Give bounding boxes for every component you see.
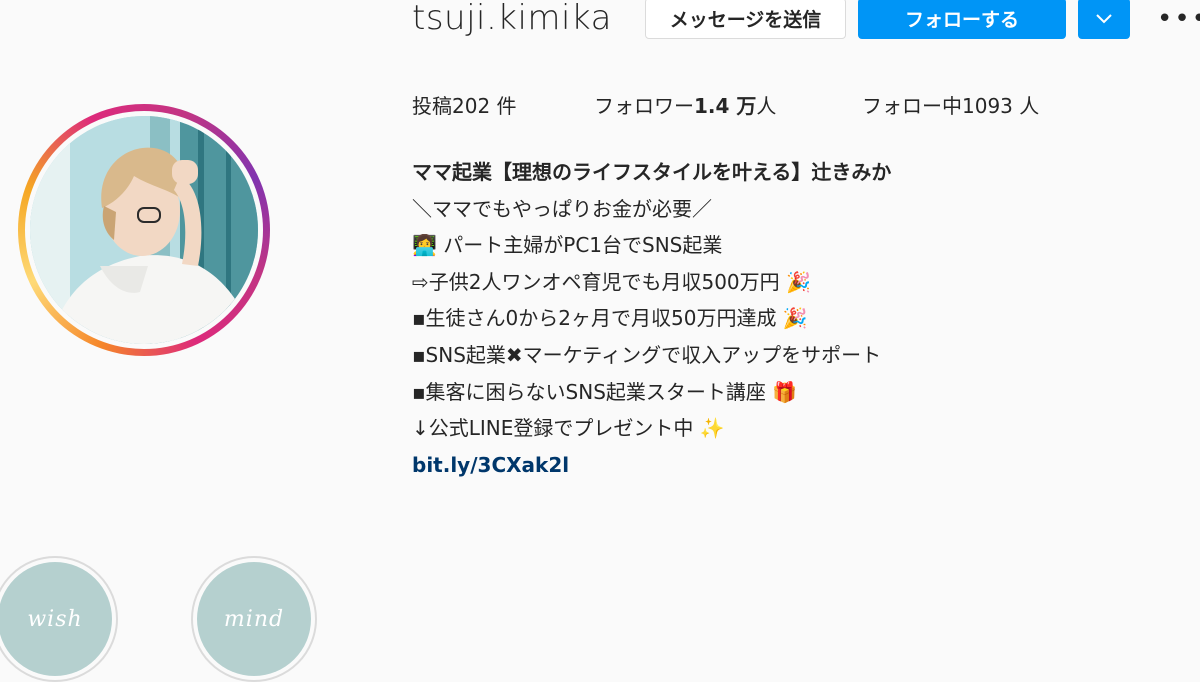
followers-label: フォロワー <box>594 94 694 118</box>
profile-bio: ママ起業【理想のライフスタイルを叶える】辻きみか ＼ママでもやっぱりお金が必要／… <box>412 154 1182 483</box>
suggested-accounts-dropdown-button[interactable] <box>1078 0 1130 39</box>
highlight-wish[interactable]: wish <box>0 556 118 682</box>
profile-photo-illustration <box>30 116 258 344</box>
bio-line: ▪集客に困らないSNS起業スタート講座 🎁 <box>412 379 798 404</box>
profile-photo <box>30 116 258 344</box>
followers-value: 1.4 万 <box>694 94 757 118</box>
bio-line: ⇨子供2人ワンオペ育児でも月収500万円 🎉 <box>412 269 811 294</box>
following-count[interactable]: フォロー中1093 人 <box>862 90 1039 119</box>
message-button[interactable]: メッセージを送信 <box>645 0 846 39</box>
chevron-down-icon <box>1096 13 1112 23</box>
posts-label: 投稿 <box>412 94 452 118</box>
following-label: フォロー中 <box>862 94 962 118</box>
bio-line: ↓公式LINE登録でプレゼント中 ✨ <box>412 416 725 441</box>
following-value: 1093 <box>962 94 1013 118</box>
posts-unit: 件 <box>490 94 517 118</box>
highlight-cover: wish <box>0 562 112 676</box>
more-options-icon[interactable]: ••• <box>1157 4 1200 34</box>
bio-line: 👩‍💻 パート主婦がPC1台でSNS起業 <box>412 233 723 258</box>
bio-link[interactable]: bit.ly/3CXak2l <box>412 447 1182 484</box>
bio-line: ▪生徒さん0から2ヶ月で月収50万円達成 🎉 <box>412 306 808 331</box>
followers-unit: 人 <box>756 94 777 118</box>
highlight-title: mind <box>223 606 285 632</box>
follow-button[interactable]: フォローする <box>858 0 1066 39</box>
highlight-cover: mind <box>197 562 311 676</box>
bio-line: ▪SNS起業✖マーケティングで収入アップをサポート <box>412 342 882 367</box>
bio-display-name: ママ起業【理想のライフスタイルを叶える】辻きみか <box>412 160 892 184</box>
highlight-mind[interactable]: mind <box>191 556 317 682</box>
highlight-title: wish <box>27 606 83 632</box>
posts-value: 202 <box>452 94 491 118</box>
bio-line: ＼ママでもやっぱりお金が必要／ <box>412 196 712 221</box>
following-unit: 人 <box>1012 94 1040 118</box>
posts-count: 投稿202 件 <box>412 90 517 119</box>
profile-username: tsuji.kimika <box>412 0 612 38</box>
followers-count[interactable]: フォロワー1.4 万人 <box>594 90 776 119</box>
profile-avatar[interactable] <box>18 104 270 356</box>
